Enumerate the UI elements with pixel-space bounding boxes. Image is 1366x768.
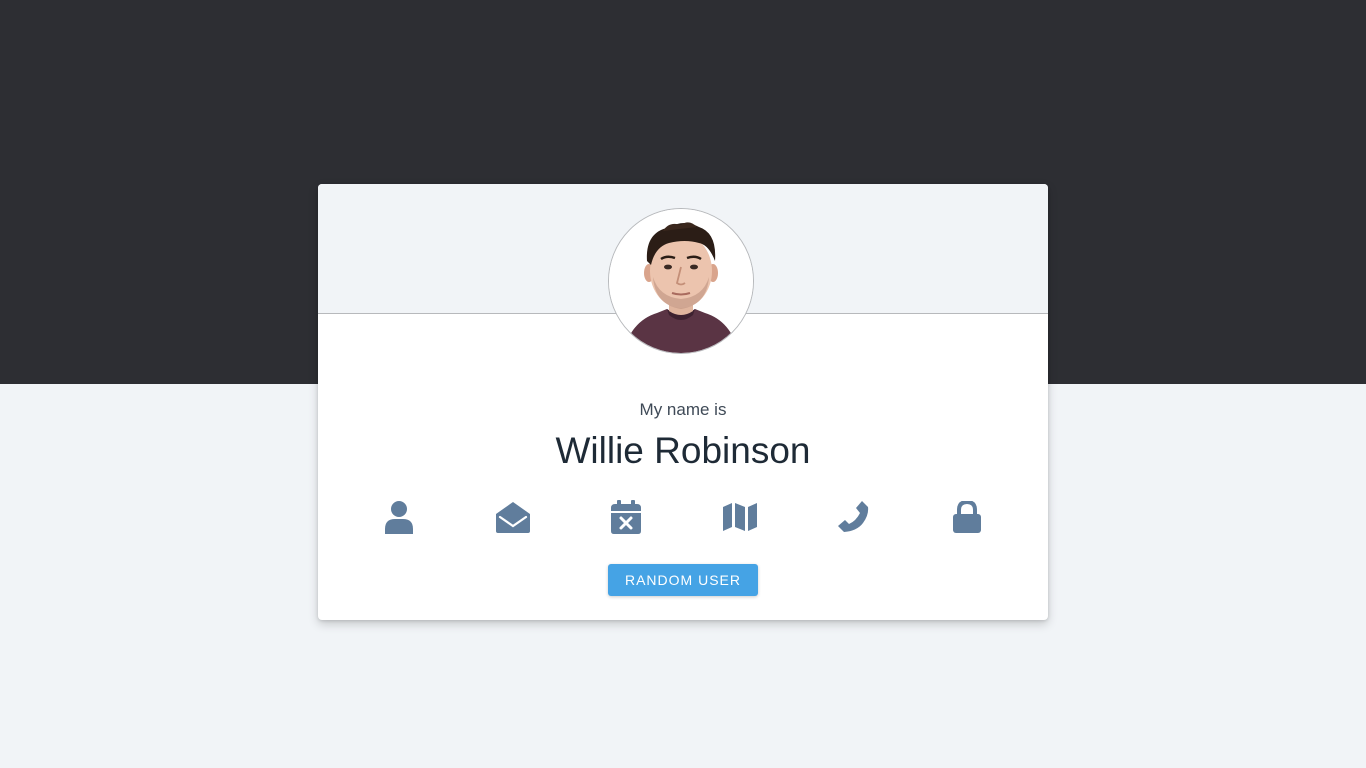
user-attribute-label: My name is xyxy=(639,400,727,419)
map-icon[interactable] xyxy=(720,498,760,536)
lock-icon[interactable] xyxy=(947,498,987,536)
phone-icon[interactable] xyxy=(833,498,873,536)
user-card: My name is Willie Robinson RANDOM USER xyxy=(318,184,1048,620)
attribute-icon-row xyxy=(318,498,1048,536)
user-icon[interactable] xyxy=(379,498,419,536)
avatar xyxy=(608,208,754,354)
calendar-x-icon[interactable] xyxy=(606,498,646,536)
user-attribute-value: Willie Robinson xyxy=(555,430,811,471)
avatar-photo xyxy=(609,209,753,353)
envelope-open-icon[interactable] xyxy=(493,498,533,536)
random-user-button[interactable]: Random User xyxy=(608,564,758,596)
